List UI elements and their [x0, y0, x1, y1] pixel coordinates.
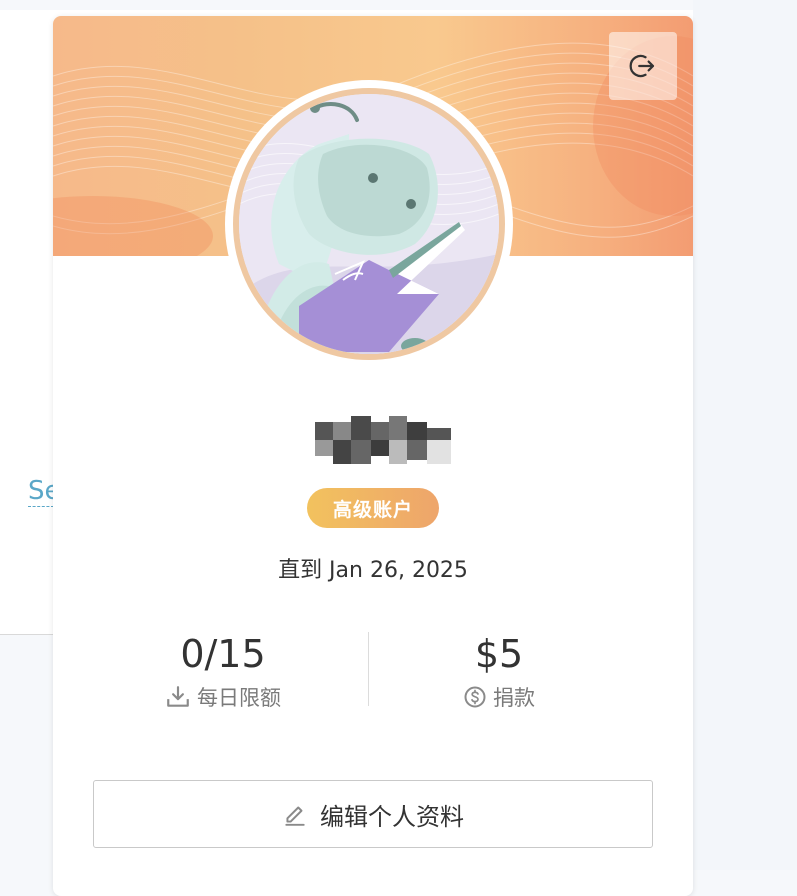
stat-donation-label: 捐款: [493, 686, 535, 710]
username-redacted: [315, 416, 451, 464]
avatar-frame: [225, 80, 513, 368]
stat-daily-quota-value: 0/15: [180, 632, 266, 676]
background-right-area: [693, 0, 797, 870]
logout-icon: [629, 54, 655, 78]
edit-profile-label: 编辑个人资料: [320, 802, 464, 831]
stat-donation-value: $5: [474, 632, 524, 676]
avatar[interactable]: [233, 88, 505, 360]
stat-daily-quota-label: 每日限额: [197, 686, 281, 710]
stats-divider: [368, 632, 369, 706]
logout-button[interactable]: [609, 32, 677, 100]
robot-reading-book-avatar: [239, 94, 499, 354]
premium-badge: 高级账户: [307, 488, 439, 528]
download-icon: [167, 686, 189, 707]
subscription-expiry: 直到 Jan 26, 2025: [278, 558, 468, 583]
stats-row: 0/15 每日限额 $5 捐款: [53, 632, 693, 732]
stat-daily-quota: 0/15 每日限额: [123, 632, 323, 712]
background-link[interactable]: Se: [28, 476, 54, 507]
profile-card: 高级账户 直到 Jan 26, 2025 0/15 每日限额 $5 捐款 编辑个…: [53, 16, 693, 896]
stat-donation: $5 捐款: [399, 632, 599, 712]
pencil-icon: [285, 806, 305, 826]
edit-profile-button[interactable]: 编辑个人资料: [93, 780, 653, 848]
dollar-circle-icon: [464, 686, 486, 708]
